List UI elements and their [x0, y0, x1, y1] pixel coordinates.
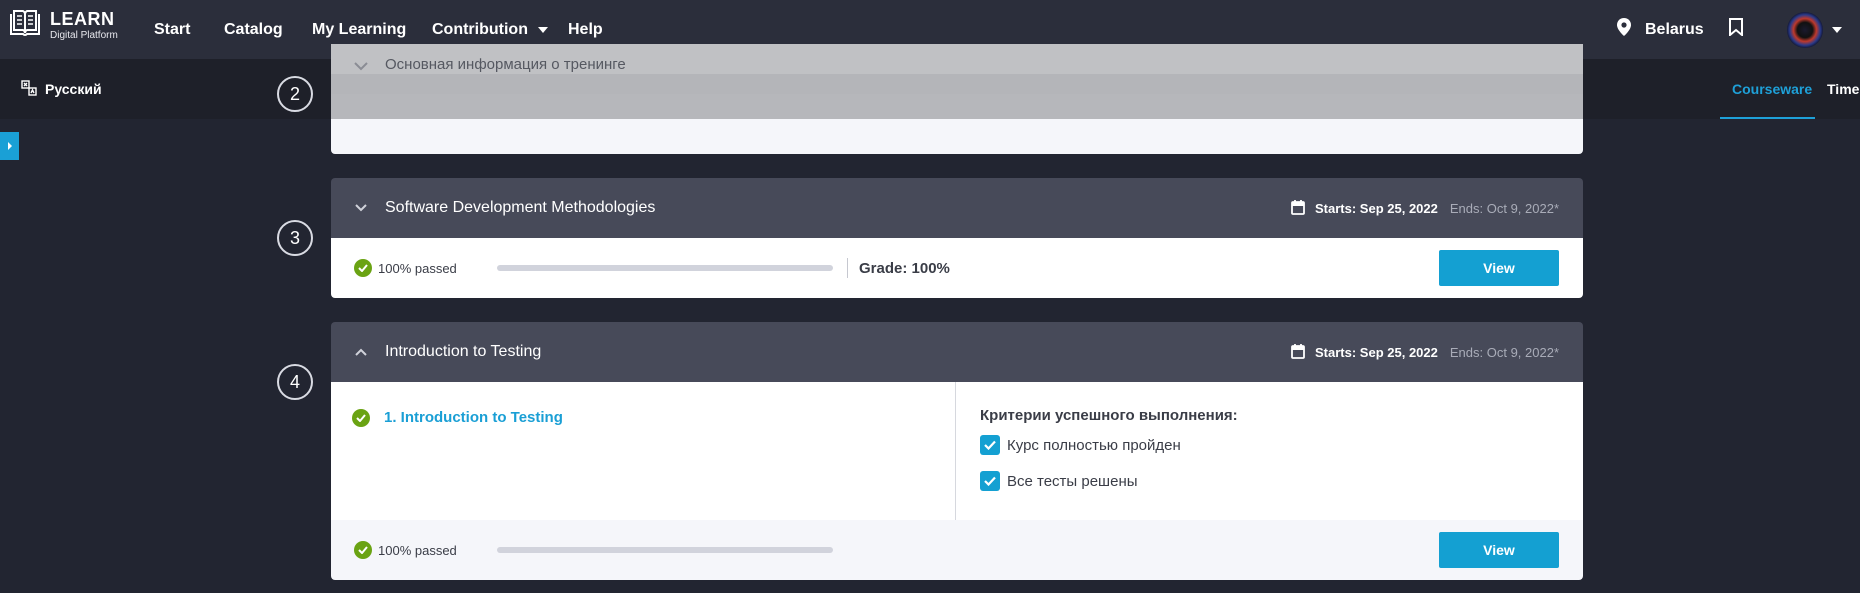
active-tab-indicator: [1720, 117, 1815, 119]
nav-start[interactable]: Start: [154, 0, 190, 59]
section-title-3: Software Development Methodologies: [385, 199, 656, 216]
section-footer-4: 100% passed View: [331, 520, 1583, 580]
check-circle-icon: [354, 541, 372, 559]
section-title-2: Основная информация о тренинге: [385, 56, 626, 73]
location-label: Belarus: [1645, 20, 1704, 38]
passed-label: 100% passed: [378, 260, 457, 276]
grade-label: Grade: 100%: [859, 259, 950, 277]
check-circle-icon: [352, 409, 370, 427]
chevron-down-icon: [537, 26, 548, 33]
tab-timeline[interactable]: Timel: [1827, 59, 1860, 119]
checkbox-checked-icon: [980, 435, 1000, 455]
chevron-up-icon: [353, 344, 369, 360]
criteria-title: Критерии успешного выполнения:: [980, 407, 1238, 424]
divider: [847, 258, 848, 278]
location-selector[interactable]: Belarus: [1617, 0, 1704, 59]
section-header-3[interactable]: Software Development Methodologies Start…: [331, 178, 1583, 238]
account-menu-toggle[interactable]: [1832, 0, 1842, 59]
passed-status: 100% passed: [354, 259, 457, 277]
translate-icon: [21, 79, 45, 99]
step-number-4: 4: [277, 364, 313, 400]
completion-criteria: Критерии успешного выполнения: Курс полн…: [956, 382, 1583, 520]
tab-courseware[interactable]: Courseware: [1732, 59, 1812, 119]
criteria-label: Все тесты решены: [1007, 472, 1138, 490]
section-header-2[interactable]: Основная информация о тренинге: [331, 44, 1583, 94]
check-circle-icon: [354, 259, 372, 277]
section-card-2: Основная информация о тренинге: [331, 44, 1583, 154]
section-body-4: 1. Introduction to Testing Критерии успе…: [331, 382, 1583, 520]
passed-status: 100% passed: [354, 541, 457, 559]
start-date: Starts: Sep 25, 2022: [1315, 344, 1438, 360]
section-card-3: Software Development Methodologies Start…: [331, 178, 1583, 298]
logo-title: LEARN: [50, 9, 115, 29]
chevron-right-icon: [7, 137, 13, 155]
nav-catalog[interactable]: Catalog: [224, 0, 283, 59]
passed-label: 100% passed: [378, 542, 457, 558]
nav-contribution-label: Contribution: [432, 20, 528, 38]
view-button[interactable]: View: [1439, 250, 1559, 286]
end-date: Ends: Oct 9, 2022*: [1449, 344, 1559, 360]
end-date: Ends: Oct 9, 2022*: [1449, 200, 1559, 216]
section-title-4: Introduction to Testing: [385, 343, 542, 360]
bookmark-icon: [1729, 18, 1743, 41]
logo[interactable]: LEARN Digital Platform: [9, 8, 118, 43]
section-header-4[interactable]: Introduction to Testing Starts: Sep 25, …: [331, 322, 1583, 382]
step-number-2: 2: [277, 76, 313, 112]
lesson-list: 1. Introduction to Testing: [331, 382, 956, 520]
section-footer-3: 100% passed Grade: 100% View: [331, 238, 1583, 298]
calendar-icon: [1291, 199, 1315, 218]
view-button[interactable]: View: [1439, 532, 1559, 568]
calendar-icon: [1291, 343, 1315, 362]
criteria-item: Все тесты решены: [980, 471, 1138, 491]
location-pin-icon: [1617, 18, 1631, 41]
language-label: Русский: [45, 81, 102, 97]
start-date: Starts: Sep 25, 2022: [1315, 200, 1438, 216]
criteria-item: Курс полностью пройден: [980, 435, 1181, 455]
progress-bar: [497, 265, 833, 271]
progress-bar: [497, 547, 833, 553]
step-number-3: 3: [277, 220, 313, 256]
lesson-link[interactable]: 1. Introduction to Testing: [384, 409, 563, 426]
chevron-down-icon: [1832, 26, 1842, 33]
section-dates-3: Starts: Sep 25, 2022 Ends: Oct 9, 2022*: [1291, 199, 1559, 218]
checkbox-checked-icon: [980, 471, 1000, 491]
section-dates-4: Starts: Sep 25, 2022 Ends: Oct 9, 2022*: [1291, 343, 1559, 362]
avatar[interactable]: [1787, 12, 1823, 48]
section-card-4: Introduction to Testing Starts: Sep 25, …: [331, 322, 1583, 580]
logo-subtitle: Digital Platform: [50, 30, 118, 41]
chevron-down-icon: [353, 200, 369, 216]
sidebar-toggle[interactable]: [0, 132, 19, 160]
language-selector-overlay: Русский: [21, 59, 102, 119]
bookmark-button[interactable]: [1729, 0, 1743, 59]
criteria-label: Курс полностью пройден: [1007, 436, 1181, 454]
book-icon: [9, 8, 41, 43]
chevron-down-icon: [353, 58, 369, 76]
